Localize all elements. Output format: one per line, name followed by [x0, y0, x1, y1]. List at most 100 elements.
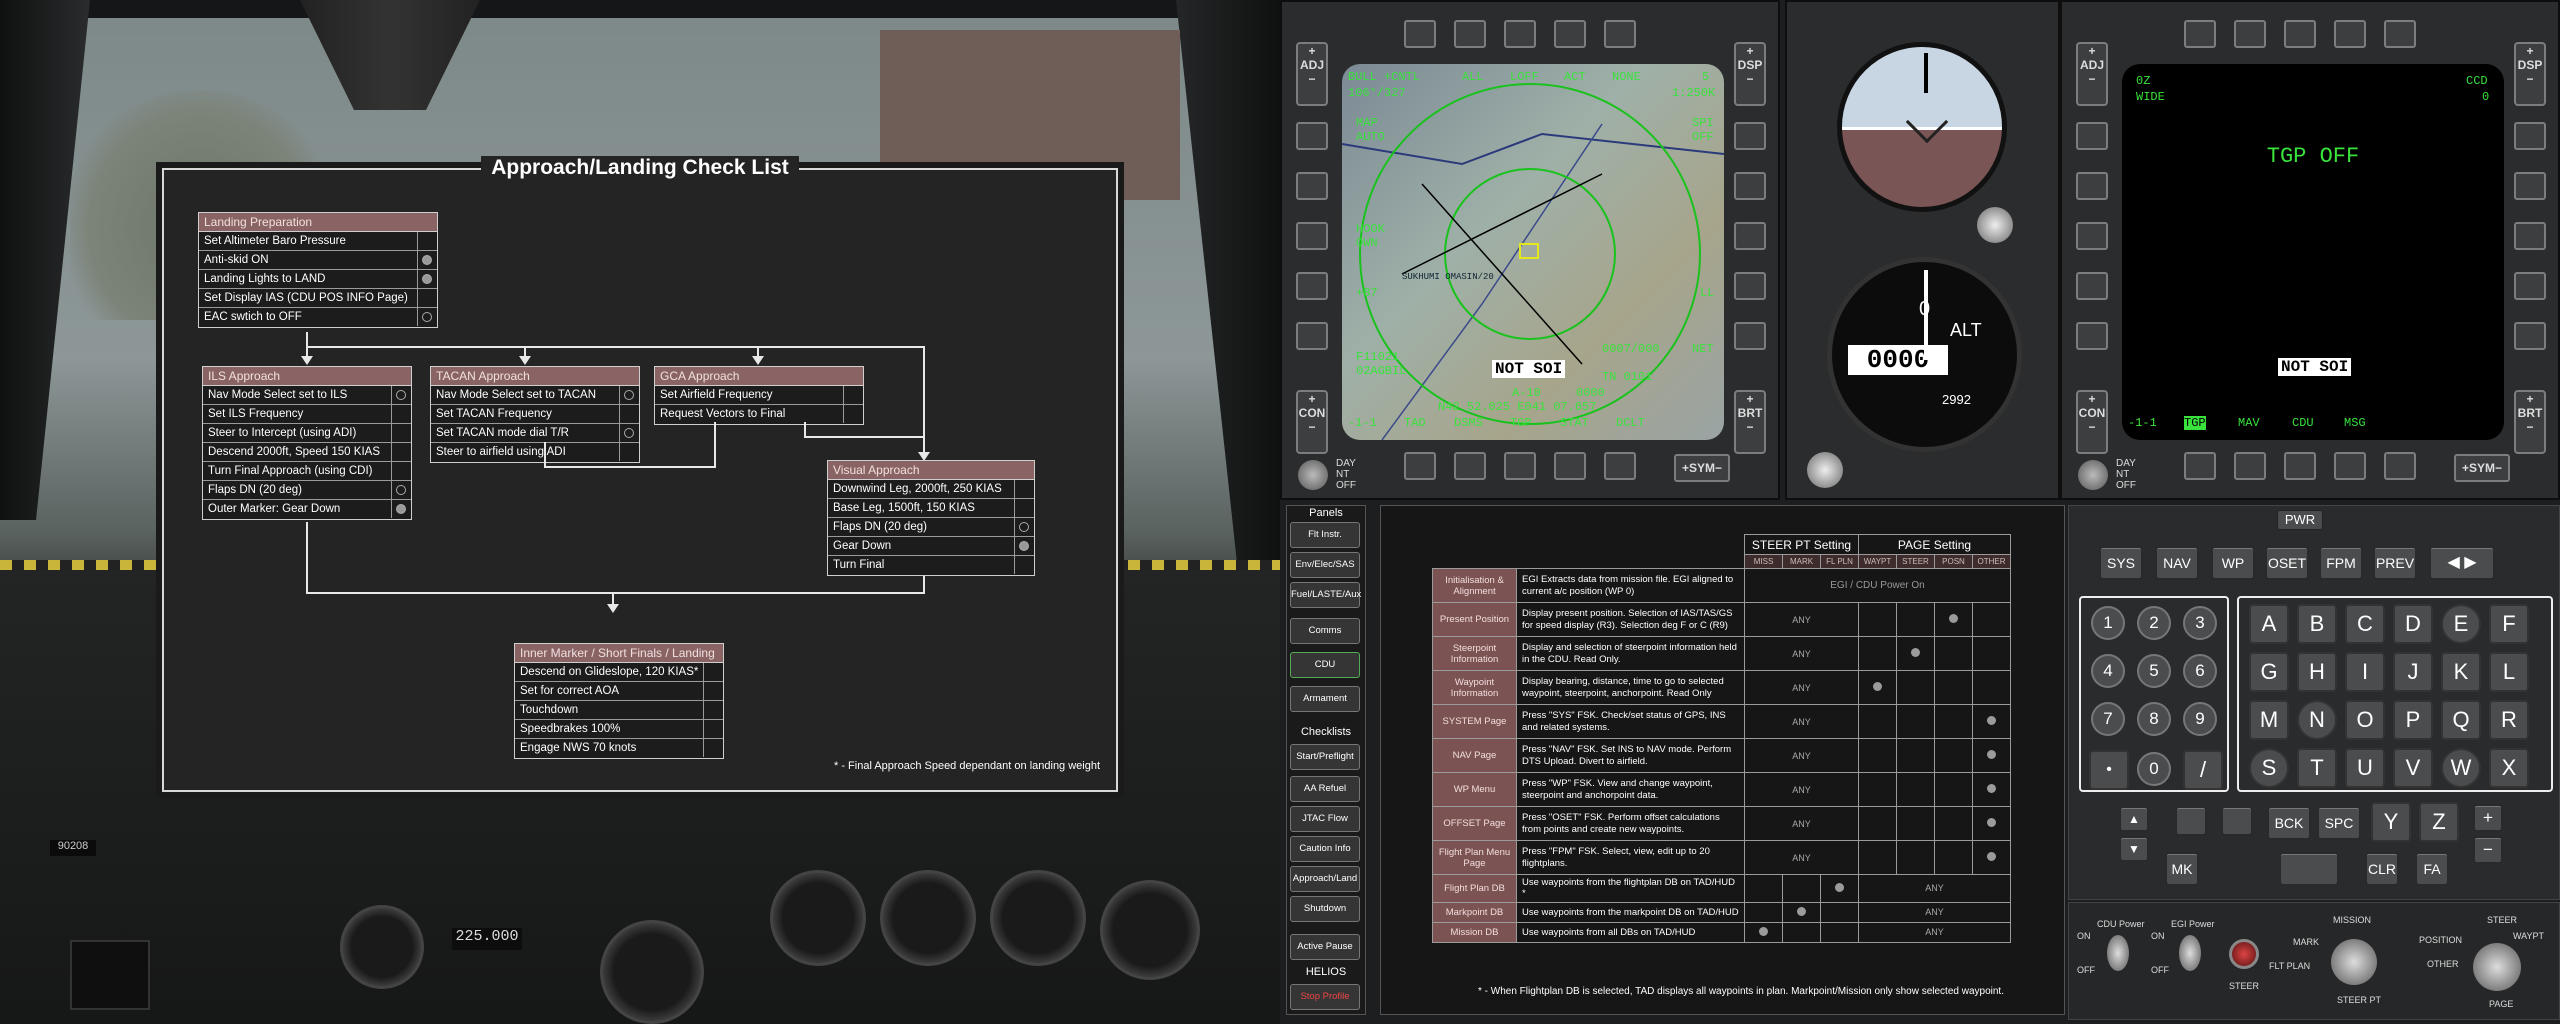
sym-rocker[interactable]: +SYM− — [1674, 454, 1730, 482]
osb-button[interactable] — [2284, 452, 2316, 480]
panel-button[interactable]: Env/Elec/SAS — [1290, 552, 1360, 578]
key-v[interactable]: V — [2393, 748, 2433, 788]
baro-knob[interactable] — [1807, 452, 1843, 488]
checklist-item[interactable]: Downwind Leg, 2000ft, 250 KIAS — [828, 480, 1034, 499]
panel-button[interactable]: Flt Instr. — [1290, 522, 1360, 548]
key-x[interactable]: X — [2489, 748, 2529, 788]
osb-button[interactable] — [2184, 20, 2216, 48]
key-1[interactable]: 1 — [2091, 606, 2125, 640]
key-g[interactable]: G — [2249, 652, 2289, 692]
fa-key[interactable]: FA — [2415, 852, 2449, 886]
sym-rocker[interactable]: +SYM− — [2454, 454, 2510, 482]
key-t[interactable]: T — [2297, 748, 2337, 788]
key-b[interactable]: B — [2297, 604, 2337, 644]
checklist-item[interactable]: Touchdown — [515, 701, 723, 720]
steer-button[interactable] — [2229, 939, 2259, 969]
blank-key[interactable] — [2221, 806, 2253, 836]
osb-button[interactable] — [2076, 272, 2108, 300]
checklist-item[interactable]: Engage NWS 70 knots — [515, 739, 723, 758]
panel-button[interactable]: Comms — [1290, 618, 1360, 644]
key-h[interactable]: H — [2297, 652, 2337, 692]
key-y[interactable]: Y — [2371, 802, 2411, 842]
checklist-item[interactable]: Set Display IAS (CDU POS INFO Page) — [199, 289, 437, 308]
down-key[interactable]: ▼ — [2119, 836, 2149, 862]
key-u[interactable]: U — [2345, 748, 2385, 788]
oset-key[interactable]: OSET — [2265, 546, 2309, 580]
osb-button[interactable] — [1554, 20, 1586, 48]
key-8[interactable]: 8 — [2137, 702, 2171, 736]
checklist-button[interactable]: AA Refuel — [1290, 776, 1360, 802]
wp-key[interactable]: WP — [2211, 546, 2255, 580]
osb-button[interactable] — [1296, 222, 1328, 250]
key-7[interactable]: 7 — [2091, 702, 2125, 736]
osb-button[interactable] — [2076, 222, 2108, 250]
adj-rocker[interactable]: + ADJ − — [1296, 42, 1328, 106]
panel-button[interactable]: Armament — [1290, 686, 1360, 712]
active-pause-button[interactable]: Active Pause — [1290, 934, 1360, 960]
mk-key[interactable]: MK — [2165, 852, 2199, 886]
up-key[interactable]: ▲ — [2119, 806, 2149, 832]
osb-button[interactable] — [1404, 452, 1436, 480]
con-rocker[interactable]: + CON − — [1296, 390, 1328, 454]
pwr-button[interactable]: PWR — [2277, 510, 2323, 530]
osb-button[interactable] — [2284, 20, 2316, 48]
minus-key[interactable]: − — [2473, 836, 2503, 864]
nav-key[interactable]: NAV — [2155, 546, 2199, 580]
checklist-item[interactable]: Request Vectors to Final — [655, 405, 863, 424]
panel-button[interactable]: CDU — [1290, 652, 1360, 678]
egi-power-switch[interactable] — [2179, 935, 2201, 971]
checklist-item[interactable]: Steer to airfield using ADI — [431, 443, 639, 462]
checklist-button[interactable]: Caution Info — [1290, 836, 1360, 862]
checklist-item[interactable]: Turn Final — [828, 556, 1034, 575]
osb-button[interactable] — [2076, 122, 2108, 150]
plus-key[interactable]: + — [2473, 804, 2503, 832]
brt-rocker[interactable]: + BRT − — [2514, 390, 2546, 454]
key-slash[interactable]: / — [2183, 750, 2223, 790]
osb-button[interactable] — [2514, 322, 2546, 350]
cdu-power-switch[interactable] — [2107, 935, 2129, 971]
osb-button[interactable] — [1504, 452, 1536, 480]
osb-button[interactable] — [1296, 172, 1328, 200]
osb-button[interactable] — [2184, 452, 2216, 480]
checklist-item[interactable]: Flaps DN (20 deg) — [828, 518, 1034, 537]
checklist-button[interactable]: Approach/Land — [1290, 866, 1360, 892]
key-p[interactable]: P — [2393, 700, 2433, 740]
osb-button[interactable] — [1734, 172, 1766, 200]
mode-knob[interactable] — [2078, 460, 2108, 490]
checklist-item[interactable]: Turn Final Approach (using CDI) — [203, 462, 411, 481]
panel-button[interactable]: Fuel/LASTE/Aux — [1290, 582, 1361, 608]
osb-button[interactable] — [2384, 452, 2416, 480]
osb-button[interactable] — [2514, 272, 2546, 300]
key-z[interactable]: Z — [2419, 802, 2459, 842]
osb-button[interactable] — [2384, 20, 2416, 48]
key-2[interactable]: 2 — [2137, 606, 2171, 640]
checklist-item[interactable]: Set Airfield Frequency — [655, 386, 863, 405]
checklist-item[interactable]: Speedbrakes 100% — [515, 720, 723, 739]
osb-button[interactable] — [1454, 452, 1486, 480]
osb-button[interactable] — [1734, 222, 1766, 250]
spc-key[interactable]: SPC — [2317, 806, 2361, 840]
osb-button[interactable] — [2514, 172, 2546, 200]
checklist-item[interactable]: Nav Mode Select set to TACAN — [431, 386, 639, 405]
key-n[interactable]: N — [2297, 700, 2337, 740]
sys-key[interactable]: SYS — [2099, 546, 2143, 580]
key-6[interactable]: 6 — [2183, 654, 2217, 688]
brt-rocker[interactable]: + BRT − — [1734, 390, 1766, 454]
key-w[interactable]: W — [2441, 748, 2481, 788]
checklist-item[interactable]: Descend on Glideslope, 120 KIAS* — [515, 663, 723, 682]
blank-key[interactable] — [2175, 806, 2207, 836]
checklist-item[interactable]: Anti-skid ON — [199, 251, 437, 270]
osb-button[interactable] — [1296, 322, 1328, 350]
checklist-item[interactable]: Steer to Intercept (using ADI) — [203, 424, 411, 443]
bck-key[interactable]: BCK — [2267, 806, 2311, 840]
checklist-item[interactable]: Set Altimeter Baro Pressure — [199, 232, 437, 251]
key-a[interactable]: A — [2249, 604, 2289, 644]
checklist-item[interactable]: Set ILS Frequency — [203, 405, 411, 424]
osb-button[interactable] — [1734, 272, 1766, 300]
key-i[interactable]: I — [2345, 652, 2385, 692]
key-o[interactable]: O — [2345, 700, 2385, 740]
rocker-key[interactable] — [2279, 852, 2339, 886]
dsp-rocker[interactable]: + DSP − — [1734, 42, 1766, 106]
stop-profile-button[interactable]: Stop Profile — [1290, 984, 1360, 1010]
osb-button[interactable] — [1604, 20, 1636, 48]
